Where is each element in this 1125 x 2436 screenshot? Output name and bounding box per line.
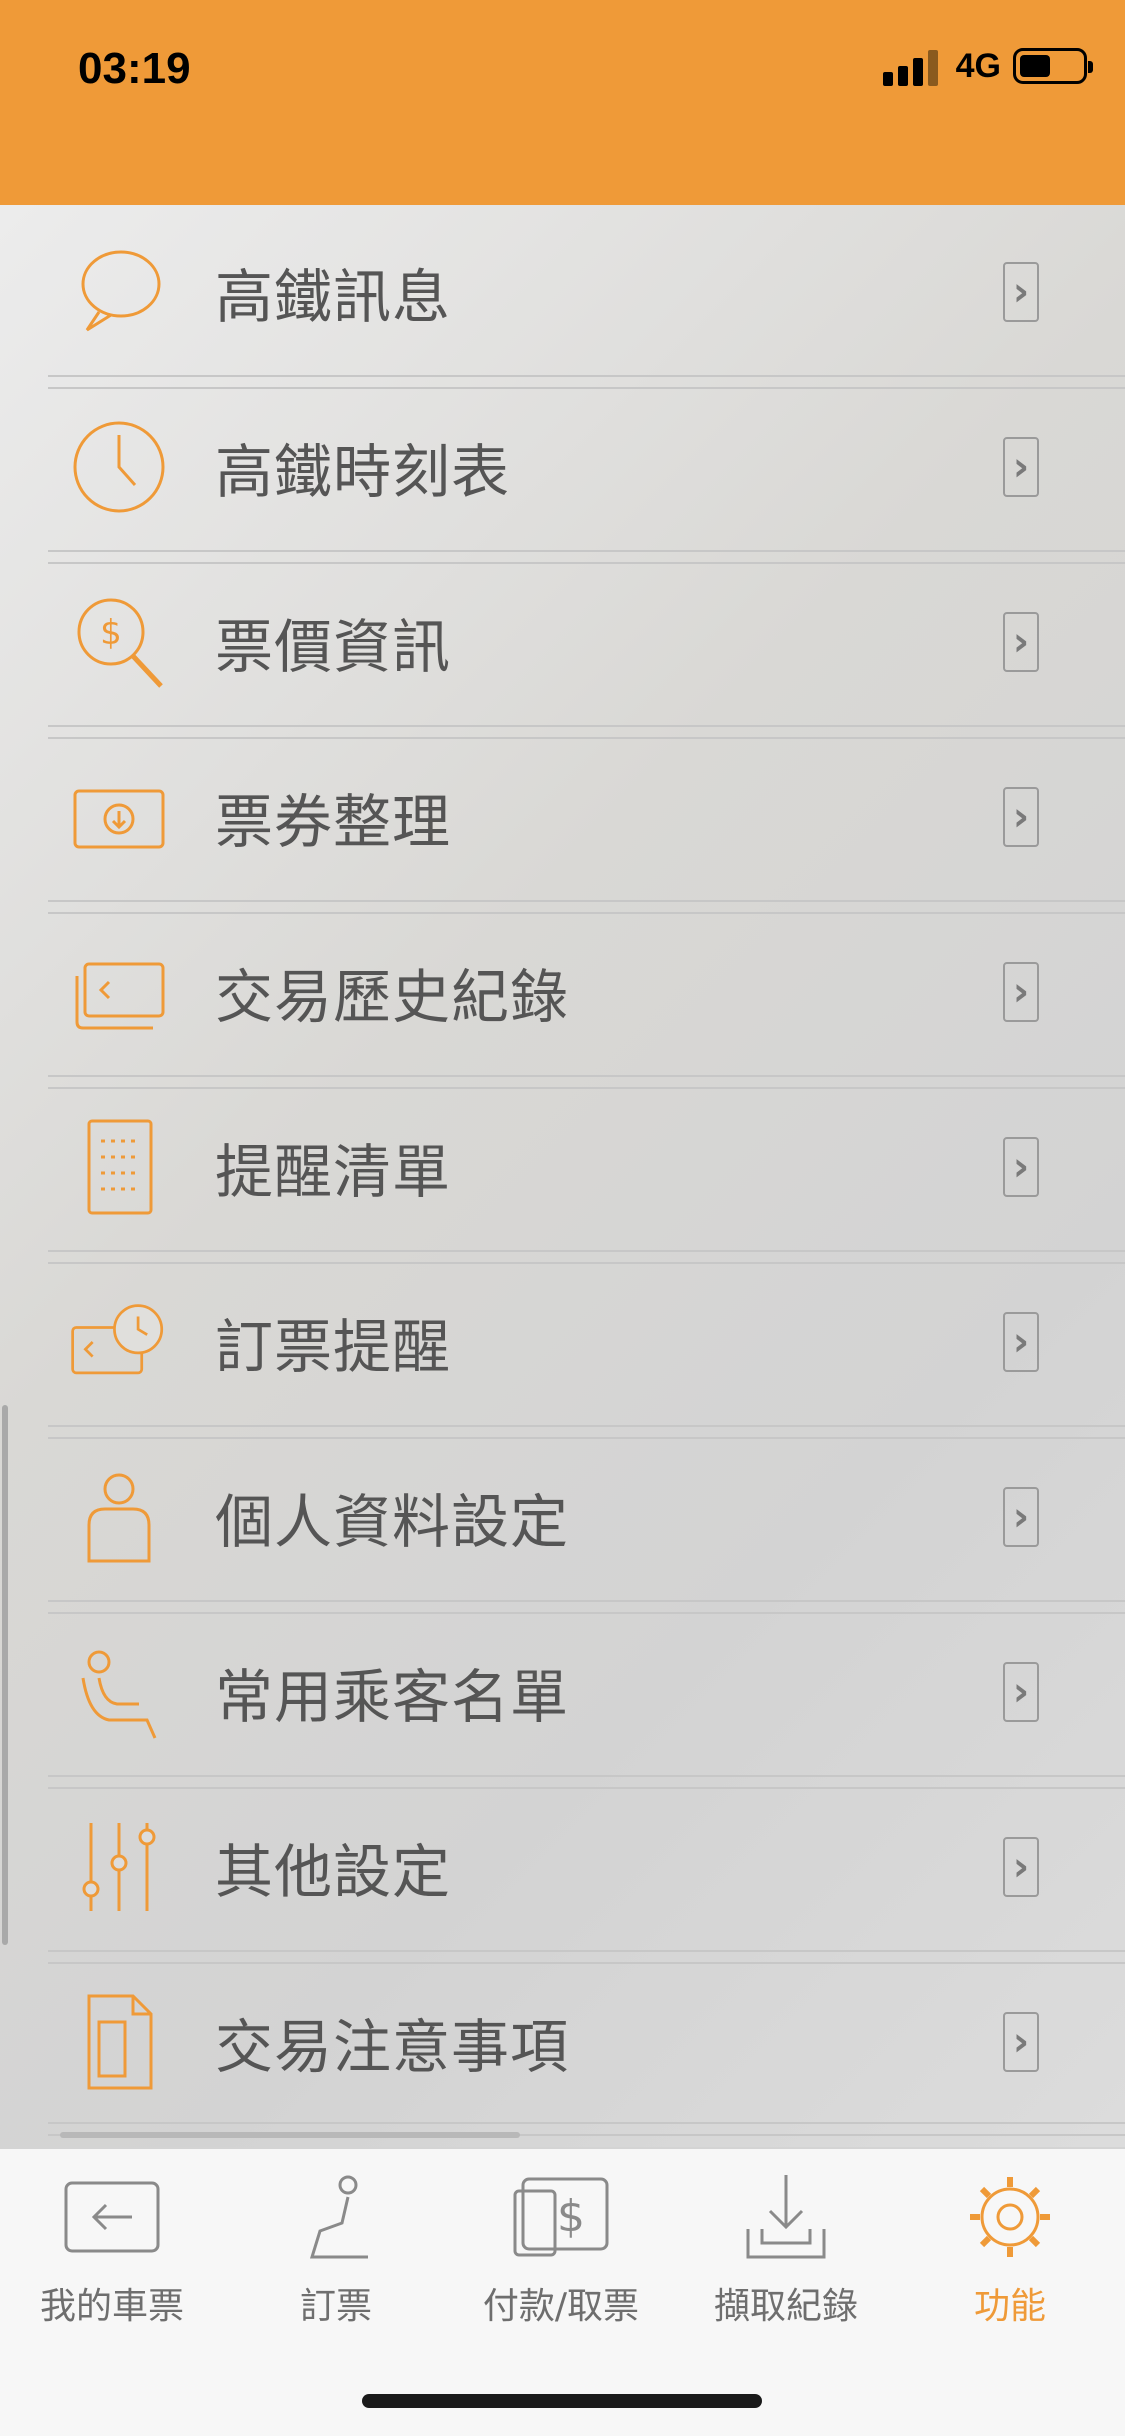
history-card-icon	[64, 937, 174, 1047]
tab-label: 功能	[973, 2286, 1046, 2327]
menu-item-other-settings[interactable]: 其他設定 ›	[0, 1780, 1125, 1954]
menu-item-label: 個人資料設定	[215, 1488, 570, 1556]
menu-item-timetable[interactable]: 高鐵時刻表 ›	[0, 380, 1125, 554]
network-type: 4G	[955, 46, 1001, 85]
menu-item-booking-reminder[interactable]: 訂票提醒 ›	[0, 1255, 1125, 1429]
menu-item-label: 交易歷史紀錄	[215, 963, 570, 1031]
chevron-right-icon: ›	[1003, 437, 1039, 497]
booking-alarm-icon	[64, 1287, 174, 1397]
seat-icon	[309, 2175, 368, 2259]
chevron-right-icon: ›	[1003, 1487, 1039, 1547]
svg-text:$: $	[100, 613, 122, 653]
menu-item-profile-settings[interactable]: 個人資料設定 ›	[0, 1430, 1125, 1604]
menu-item-label: 常用乘客名單	[215, 1663, 570, 1731]
chevron-right-icon: ›	[1003, 1137, 1039, 1197]
tab-bar: 我的車票 訂票 $ 付款/取票 擷取紀錄 功能	[0, 2147, 1125, 2436]
menu-item-frequent-passengers[interactable]: 常用乘客名單 ›	[0, 1605, 1125, 1779]
tab-label: 我的車票	[39, 2286, 184, 2327]
tab-payment-pickup[interactable]: $ 付款/取票	[461, 2169, 661, 2349]
status-indicators: 4G	[877, 46, 1093, 86]
menu-item-label: 票價資訊	[215, 613, 452, 681]
ticket-download-icon	[64, 762, 174, 872]
menu-item-reminder-list[interactable]: 提醒清單 ›	[0, 1080, 1125, 1254]
download-tray-icon	[746, 2175, 826, 2259]
magnifier-dollar-icon: $	[64, 587, 174, 697]
menu-item-label: 其他設定	[215, 1838, 452, 1906]
chevron-right-icon: ›	[1003, 1837, 1039, 1897]
passenger-seat-icon	[64, 1637, 174, 1747]
menu-item-transaction-notes[interactable]: 交易注意事項 ›	[0, 1955, 1125, 2129]
menu-item-label: 交易注意事項	[215, 2013, 570, 2081]
document-icon	[64, 1987, 174, 2097]
signal-bars-icon	[877, 46, 944, 86]
battery-icon	[1013, 48, 1093, 84]
chevron-right-icon: ›	[1003, 787, 1039, 847]
home-indicator[interactable]	[362, 2394, 762, 2408]
payment-icon: $	[513, 2177, 609, 2257]
checklist-icon	[64, 1112, 174, 1222]
tab-label: 擷取紀錄	[713, 2286, 858, 2327]
chevron-right-icon: ›	[1003, 2012, 1039, 2072]
tab-retrieve-records[interactable]: 擷取紀錄	[686, 2169, 886, 2349]
menu-item-railway-news[interactable]: 高鐵訊息 ›	[0, 205, 1125, 379]
menu-item-fare-info[interactable]: $ 票價資訊 ›	[0, 555, 1125, 729]
clock-icon	[64, 412, 174, 522]
tab-label: 訂票	[299, 2286, 372, 2327]
menu-item-label: 提醒清單	[215, 1138, 452, 1206]
chevron-right-icon: ›	[1003, 262, 1039, 322]
person-icon	[64, 1462, 174, 1572]
menu-item-transaction-history[interactable]: 交易歷史紀錄 ›	[0, 905, 1125, 1079]
menu-item-label: 高鐵時刻表	[215, 438, 511, 506]
tab-functions[interactable]: 功能	[910, 2169, 1110, 2349]
ticket-back-icon	[64, 2181, 160, 2253]
gear-icon	[970, 2177, 1050, 2257]
tab-label: 付款/取票	[482, 2286, 640, 2327]
chevron-right-icon: ›	[1003, 612, 1039, 672]
speech-bubble-icon	[64, 237, 174, 347]
scroll-hint-line	[60, 2132, 520, 2138]
scroll-indicator[interactable]	[2, 1405, 8, 1945]
menu-item-label: 票券整理	[215, 788, 452, 856]
status-time: 03:19	[78, 44, 191, 93]
sliders-icon	[64, 1812, 174, 1922]
tab-my-tickets[interactable]: 我的車票	[12, 2169, 212, 2349]
chevron-right-icon: ›	[1003, 1312, 1039, 1372]
svg-text:$: $	[557, 2191, 585, 2242]
function-menu: 高鐵訊息 › 高鐵時刻表 › $ 票價資訊 › 票券整理 › 交易歷史紀錄 › …	[0, 205, 1125, 2147]
menu-item-label: 訂票提醒	[215, 1313, 452, 1381]
chevron-right-icon: ›	[1003, 962, 1039, 1022]
status-bar: 03:19 4G	[0, 0, 1125, 205]
tab-book-ticket[interactable]: 訂票	[236, 2169, 436, 2349]
chevron-right-icon: ›	[1003, 1662, 1039, 1722]
menu-item-ticket-organize[interactable]: 票券整理 ›	[0, 730, 1125, 904]
menu-item-label: 高鐵訊息	[215, 263, 452, 331]
